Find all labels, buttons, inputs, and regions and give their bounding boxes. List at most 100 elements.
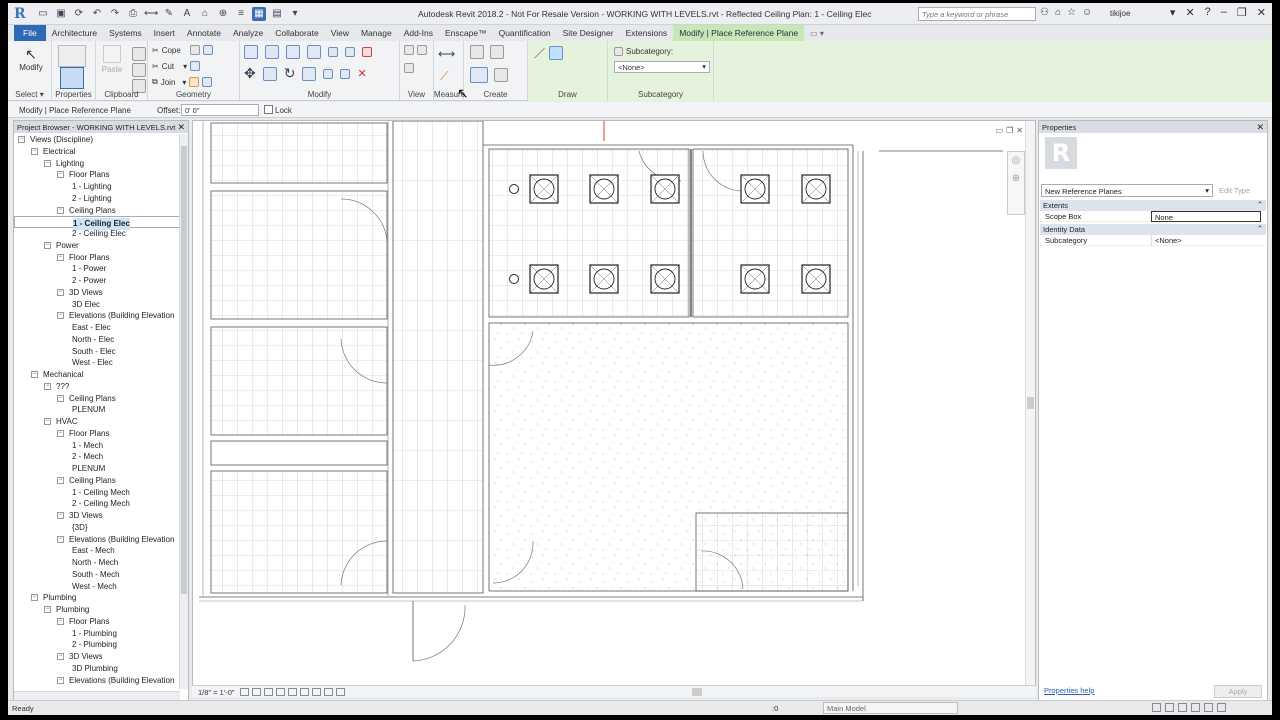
trim-icon[interactable] [302, 66, 317, 81]
type-properties-icon[interactable] [58, 45, 86, 67]
paste-button[interactable]: Paste [98, 45, 126, 74]
tree-collapse-icon[interactable]: − [57, 512, 64, 519]
browser-item[interactable]: − Elevations (Building Elevation [14, 310, 180, 322]
browser-item[interactable]: − Elevations (Building Elevation [14, 675, 180, 687]
help-search-input[interactable]: Type a keyword or phrase [918, 7, 1036, 21]
tree-collapse-icon[interactable]: − [57, 535, 64, 543]
create-assembly-icon[interactable] [490, 45, 504, 59]
properties-help-link[interactable]: Properties help [1044, 686, 1094, 695]
worksharing-display-icon[interactable] [336, 688, 345, 696]
tree-collapse-icon[interactable]: − [57, 312, 64, 320]
favorites-star-icon[interactable]: ☆ [1067, 7, 1076, 18]
offset-input[interactable]: 0' 0" [181, 104, 259, 116]
tree-collapse-icon[interactable]: − [31, 147, 38, 155]
navigation-bar[interactable]: ◎ ⊕ [1007, 151, 1025, 215]
temporary-hide-icon[interactable] [312, 688, 321, 696]
draw-line-icon[interactable]: ／ [534, 45, 545, 61]
hide-icon[interactable] [404, 45, 414, 55]
delete-icon[interactable]: ✕ [357, 67, 366, 80]
type-selector[interactable]: New Reference Planes ▾ [1041, 184, 1213, 197]
group-extents[interactable]: Extents ⌃ [1040, 200, 1266, 211]
rotate-icon[interactable]: ↻ [284, 65, 296, 82]
browser-item[interactable]: − Floor Plans [14, 428, 180, 440]
tree-collapse-icon[interactable]: − [18, 136, 25, 143]
browser-item[interactable]: − Electrical [14, 146, 180, 158]
tree-collapse-icon[interactable]: − [44, 606, 51, 613]
drag-on-selection-icon[interactable] [1204, 703, 1213, 712]
tree-collapse-icon[interactable]: − [57, 171, 64, 179]
tab-manage[interactable]: Manage [355, 25, 398, 41]
thin-lines-icon[interactable]: ≡ [234, 7, 248, 21]
canvas-horizontal-scroll-thumb[interactable] [692, 688, 702, 696]
tab-view[interactable]: View [325, 25, 355, 41]
browser-item[interactable]: −3D Views [14, 651, 180, 663]
tree-collapse-icon[interactable]: − [57, 394, 64, 402]
browser-item[interactable]: − Lighting [14, 158, 180, 170]
browser-item[interactable]: PLENUM [14, 463, 180, 475]
help-icon[interactable]: ? [1205, 6, 1211, 19]
sync-icon[interactable]: ⟳ [72, 7, 86, 21]
cart-icon[interactable]: ▾ [1170, 6, 1176, 19]
tab-architecture[interactable]: Architecture [46, 25, 103, 41]
open-icon[interactable]: ▭ [36, 7, 50, 21]
browser-item[interactable]: 1 - Mech [14, 440, 180, 452]
browser-item[interactable]: − Floor Plans [14, 616, 180, 628]
mirror-draw-icon[interactable] [307, 45, 321, 59]
troffer-light-fixture[interactable] [589, 174, 619, 204]
split-gap-icon[interactable] [345, 47, 355, 57]
exchange-icon[interactable]: ✕ [1185, 6, 1194, 19]
browser-item[interactable]: − Elevations (Building Elevation [14, 534, 180, 546]
steering-wheel-icon[interactable]: ◎ [1008, 152, 1024, 170]
detail-level-icon[interactable] [240, 688, 249, 696]
canvas-scroll-thumb[interactable] [1027, 397, 1034, 409]
measure-between-icon[interactable]: ⟷ [438, 47, 455, 61]
troffer-light-fixture[interactable] [650, 174, 680, 204]
tree-collapse-icon[interactable]: − [57, 288, 64, 296]
visual-style-icon[interactable] [252, 688, 261, 696]
browser-item[interactable]: − Ceiling Plans [14, 205, 180, 217]
troffer-light-fixture[interactable] [529, 264, 559, 294]
tree-collapse-icon[interactable]: − [57, 206, 64, 214]
create-parts-icon[interactable] [470, 67, 488, 83]
pick-lines-icon[interactable] [549, 46, 563, 60]
binoculars-icon[interactable]: ⚇ [1040, 7, 1049, 18]
troffer-light-fixture[interactable] [801, 264, 831, 294]
section-icon[interactable]: ⊕ [216, 7, 230, 21]
troffer-light-fixture[interactable] [740, 264, 770, 294]
minimize-button[interactable]: – [1221, 6, 1227, 19]
troffer-light-fixture[interactable] [740, 174, 770, 204]
tab-add-ins[interactable]: Add-Ins [398, 25, 439, 41]
view-scale[interactable]: 1/8" = 1'-0" [198, 688, 235, 697]
browser-item[interactable]: − Ceiling Plans [14, 475, 180, 487]
paint-icon[interactable] [189, 77, 200, 87]
redo-icon[interactable]: ↷ [108, 7, 122, 21]
browser-item[interactable]: 2 - Ceiling Mech [14, 498, 180, 510]
tab-systems[interactable]: Systems [103, 25, 148, 41]
crop-view-icon[interactable] [288, 688, 297, 696]
dimension-icon[interactable]: ✎ [162, 7, 176, 21]
troffer-light-fixture[interactable] [589, 264, 619, 294]
browser-item[interactable]: East - Mech [14, 545, 180, 557]
drawing-area[interactable]: ▭ ❐ ✕ ◎ ⊕ [192, 120, 1036, 690]
browser-item[interactable]: South - Mech [14, 569, 180, 581]
user-icon[interactable]: ☺ [1082, 7, 1092, 18]
tree-collapse-icon[interactable]: − [57, 476, 64, 484]
troffer-light-fixture[interactable] [529, 174, 559, 204]
tree-collapse-icon[interactable]: − [44, 418, 51, 425]
geometry-tool-3-icon[interactable] [190, 61, 201, 71]
restore-button[interactable]: ❐ [1237, 6, 1247, 19]
select-by-face-icon[interactable] [1191, 703, 1200, 712]
close-hidden-icon[interactable]: ▤ [270, 7, 284, 21]
qat-customize-icon[interactable]: ▾ [288, 7, 302, 21]
tree-collapse-icon[interactable]: − [31, 371, 38, 378]
cope-row[interactable]: ✂ Cope [152, 45, 213, 55]
browser-item[interactable]: − Plumbing [14, 592, 180, 604]
split-icon[interactable] [328, 47, 338, 57]
browser-item[interactable]: −3D Views [14, 510, 180, 522]
revit-logo-icon[interactable]: R [14, 6, 30, 22]
select-links-icon[interactable] [1152, 703, 1161, 712]
cut-row[interactable]: ✂ Cut ▾ [152, 61, 201, 71]
properties-toggle-icon[interactable] [60, 67, 84, 89]
close-button[interactable]: ✕ [1257, 6, 1266, 19]
browser-item[interactable]: 1 - Ceiling Mech [14, 487, 180, 499]
